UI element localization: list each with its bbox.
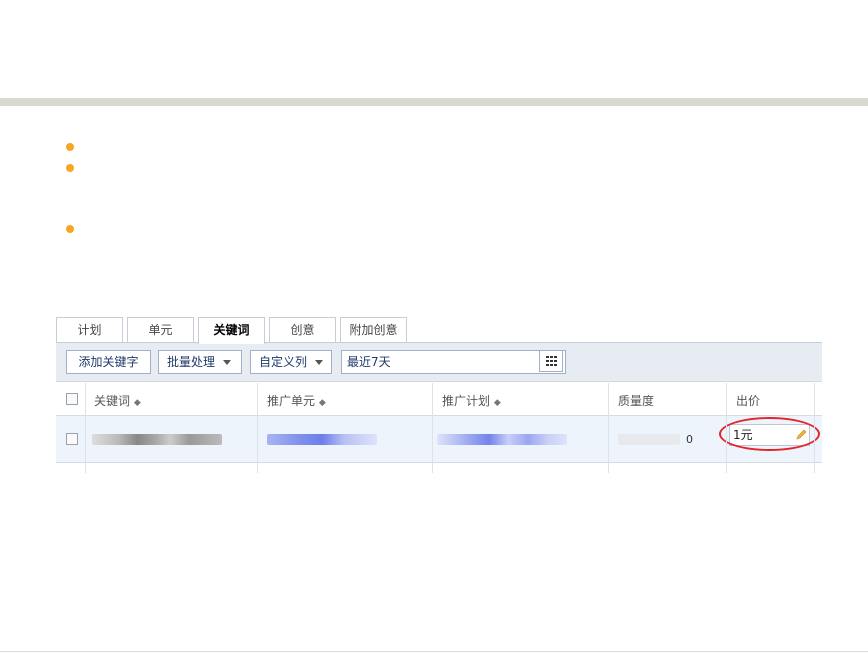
tab-creative[interactable]: 创意 (269, 317, 336, 342)
caret-down-icon (223, 360, 232, 365)
header-divider-bar (0, 98, 868, 106)
plan-blurred[interactable] (437, 434, 567, 445)
caret-down-icon (315, 360, 324, 365)
quality-bar (618, 434, 680, 445)
sort-icon: ◆ (318, 398, 326, 408)
add-keyword-label: 添加关键字 (78, 355, 139, 369)
date-range-value: 最近7天 (347, 355, 391, 369)
col-unit-label: 推广单元 (267, 394, 316, 408)
highlight-oval (719, 417, 820, 451)
toolbar: 添加关键字 批量处理 自定义列 最近7天 (56, 342, 822, 382)
tab-plan[interactable]: 计划 (56, 317, 123, 342)
tab-unit[interactable]: 单元 (127, 317, 194, 342)
column-divider (85, 383, 86, 473)
column-divider (432, 383, 433, 473)
batch-label: 批量处理 (167, 355, 216, 369)
sort-icon: ◆ (133, 398, 141, 408)
col-quality: 质量度 (618, 394, 655, 408)
table-row: 0 1元 (56, 416, 822, 463)
col-keyword-label: 关键词 (94, 394, 131, 408)
quality-score: 0 (686, 433, 693, 446)
custom-columns-dropdown[interactable]: 自定义列 (250, 350, 332, 374)
column-divider (257, 383, 258, 473)
custom-columns-label: 自定义列 (259, 355, 308, 369)
keyword-table: 关键词 ◆ 推广单元 ◆ 推广计划 ◆ 质量度 出价 0 1元 (56, 383, 822, 473)
table-header: 关键词 ◆ 推广单元 ◆ 推广计划 ◆ 质量度 出价 (56, 383, 822, 416)
footer-divider (0, 651, 868, 652)
batch-dropdown[interactable]: 批量处理 (158, 350, 242, 374)
col-plan[interactable]: 推广计划 ◆ (442, 392, 501, 409)
bullet-dot (66, 164, 74, 172)
grid-icon (546, 356, 557, 366)
column-divider (814, 383, 815, 473)
select-all-checkbox[interactable] (66, 393, 78, 405)
tab-keyword[interactable]: 关键词 (198, 317, 265, 344)
col-keyword[interactable]: 关键词 ◆ (94, 392, 141, 409)
tab-extra-creative[interactable]: 附加创意 (340, 317, 407, 342)
date-range-field[interactable]: 最近7天 (341, 350, 566, 374)
bullet-dot (66, 225, 74, 233)
col-unit[interactable]: 推广单元 ◆ (267, 392, 326, 409)
column-divider (726, 383, 727, 473)
col-bid: 出价 (736, 394, 761, 408)
table-row-partial (56, 463, 822, 473)
sort-icon: ◆ (493, 398, 501, 408)
row-checkbox[interactable] (66, 433, 78, 445)
bullet-dot (66, 143, 74, 151)
unit-blurred[interactable] (267, 434, 377, 445)
calendar-grid-button[interactable] (539, 350, 563, 372)
col-plan-label: 推广计划 (442, 394, 491, 408)
add-keyword-button[interactable]: 添加关键字 (66, 350, 151, 374)
column-divider (608, 383, 609, 473)
keyword-blurred (92, 434, 222, 445)
